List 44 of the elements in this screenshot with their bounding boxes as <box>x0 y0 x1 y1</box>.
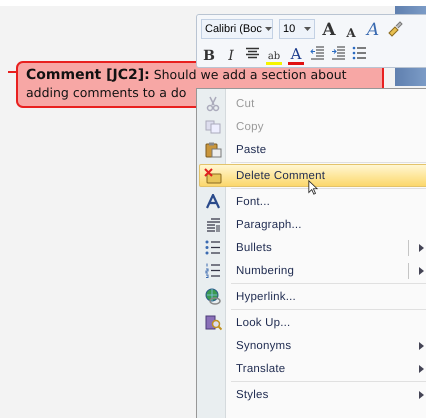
menu-item[interactable]: Hyperlink... <box>199 285 426 311</box>
paintbrush-icon[interactable] <box>387 20 403 36</box>
menu-item[interactable]: Styles <box>199 383 426 406</box>
copy-icon <box>205 120 221 134</box>
italic-button[interactable]: I <box>223 43 239 63</box>
menu-item[interactable]: Paragraph... <box>199 213 426 236</box>
submenu-arrow-icon <box>419 266 424 274</box>
menu-item[interactable]: Numbering <box>199 259 426 285</box>
menu-item[interactable]: Translate <box>199 357 426 383</box>
grow-font-button[interactable]: A <box>321 18 337 38</box>
menu-item[interactable]: Font... <box>199 190 426 213</box>
font-name-field[interactable]: Calibri (Boc <box>201 18 273 38</box>
bullets-icon[interactable] <box>352 46 367 60</box>
globe-link-icon <box>204 288 222 305</box>
menu-item[interactable]: Synonyms <box>199 334 426 357</box>
comment-text: adding comments to a do <box>26 84 188 102</box>
submenu-arrow-icon <box>419 364 424 372</box>
book-magnifier-icon <box>204 314 222 331</box>
highlight-button[interactable]: ab <box>266 42 282 64</box>
font-icon <box>206 194 220 209</box>
shrink-font-button[interactable]: A <box>343 18 359 38</box>
paragraph-icon <box>205 216 221 232</box>
numbered-list-icon <box>205 263 221 278</box>
comment-text: Comment [JC2]: Should we add a section about <box>26 66 348 84</box>
decrease-indent-icon[interactable] <box>310 46 325 60</box>
styles-button[interactable]: A <box>365 18 381 38</box>
menu-item[interactable]: Bullets <box>199 236 426 259</box>
font-size-field[interactable]: 10 <box>279 18 315 38</box>
increase-indent-icon[interactable] <box>331 46 346 60</box>
submenu-arrow-icon <box>419 342 424 350</box>
center-align-icon[interactable] <box>245 46 260 60</box>
submenu-arrow-icon <box>419 390 424 398</box>
clipboard-icon <box>204 142 222 158</box>
caret-icon <box>264 26 272 30</box>
submenu-arrow-icon <box>419 244 424 252</box>
mouse-pointer-icon <box>308 180 318 195</box>
bold-button[interactable]: B <box>201 43 217 63</box>
scissors-icon <box>206 96 220 112</box>
menu-item[interactable]: Paste <box>199 138 426 164</box>
bullets-icon <box>205 240 221 255</box>
menu-item[interactable]: Look Up... <box>199 311 426 334</box>
caret-icon <box>304 26 311 30</box>
font-color-button[interactable]: A <box>288 42 304 64</box>
delete-note-icon <box>204 168 222 184</box>
